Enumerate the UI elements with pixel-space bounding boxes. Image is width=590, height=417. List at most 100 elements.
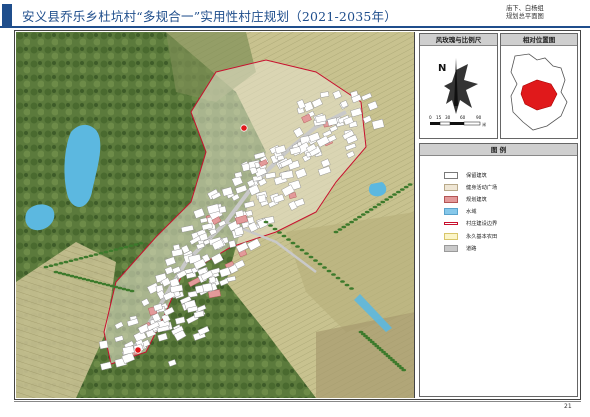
drawing-title-line-2: 规划总平面图: [506, 13, 544, 21]
legend-swatch: [444, 195, 458, 203]
legend-item: 保留建筑: [444, 169, 497, 181]
village-marker-south[interactable]: [134, 346, 142, 354]
hedge-shrub: [73, 258, 79, 261]
legend-item: 村庄建设边界: [444, 218, 497, 230]
drawing-title-line-1: 庙下、白杨组: [506, 5, 544, 12]
scale-bar: [430, 121, 481, 126]
location-map-graphic: [510, 53, 568, 131]
hedge-shrub: [133, 243, 139, 246]
legend-item: 水域: [444, 206, 497, 218]
legend-swatch: [444, 208, 458, 216]
legend-swatch: [444, 232, 458, 240]
scale-tick: 30: [445, 115, 451, 120]
legend-panel: 图 例 保留建筑 健身活动广场 规划建筑 水域 村庄建设边界 永久基本农田 道路: [419, 143, 578, 397]
scale-unit: 米: [482, 121, 487, 128]
hedge-shrub: [341, 225, 347, 229]
hedge-shrub: [357, 215, 362, 219]
hedge-shrub: [360, 213, 366, 216]
village-marker-north[interactable]: [240, 124, 248, 132]
legend-swatch: [444, 244, 458, 252]
hedge-shrub: [345, 223, 351, 226]
hedge-shrub: [83, 255, 89, 259]
scale-tick: 60: [460, 115, 466, 120]
hedge-shrub: [313, 259, 318, 262]
page-title: 安义县乔乐乡杜坑村“多规合一”实用性村庄规划（2021-2035年）: [22, 9, 397, 24]
hedge-shrub: [78, 256, 84, 260]
hedge-shrub: [407, 183, 413, 186]
hedge-shrub: [295, 245, 300, 248]
hedge-shrub: [401, 368, 407, 372]
header-rule: [0, 26, 590, 28]
hedge-shrub: [333, 230, 339, 234]
hedge-shrub: [349, 220, 354, 224]
retained-building: [172, 243, 181, 251]
hedge-shrub: [376, 203, 382, 206]
hedge-shrub: [93, 253, 99, 256]
hedge-shrub: [299, 248, 305, 252]
legend-label: 道路: [466, 245, 477, 252]
hedge-shrub: [129, 289, 135, 293]
hedge-shrub: [138, 241, 144, 245]
legend-label: 永久基本农田: [466, 233, 498, 240]
hedge-shrub: [290, 241, 296, 245]
hedge-shrub: [349, 287, 354, 290]
hedge-shrub: [380, 200, 386, 204]
legend-swatch: [444, 171, 458, 179]
retained-building: [98, 340, 109, 350]
hedge-shrub: [337, 228, 343, 231]
wind-rose-icon: [444, 64, 478, 114]
hedge-shrub: [128, 244, 134, 248]
hedge-shrub: [384, 198, 390, 201]
hedge-shrub: [118, 246, 124, 250]
hedge-shrub: [326, 269, 332, 273]
wind-rose-scale-title: 风玫瑰与比例尺: [420, 34, 497, 46]
legend-list: 保留建筑 健身活动广场规划建筑水域村庄建设边界 永久基本农田 道路: [444, 169, 497, 254]
hedge-shrub: [272, 227, 278, 231]
satellite-map-canvas: [16, 32, 414, 398]
wind-rose-graphic: N 0 15 30 60 90 米: [429, 58, 487, 128]
hedge-shrub: [396, 190, 401, 194]
legend-label: 村庄建设边界: [466, 221, 498, 228]
hedge-shrub: [331, 273, 336, 276]
hedge-shrub: [388, 195, 393, 199]
hedge-shrub: [340, 280, 345, 283]
retained-building: [202, 282, 213, 293]
retained-building: [257, 194, 267, 203]
hedge-shrub: [103, 250, 109, 254]
wind-rose-scale-panel: 风玫瑰与比例尺 N 0 15 30 60 90 米: [419, 33, 498, 139]
master-plan-map[interactable]: [16, 32, 415, 398]
legend-item: 规划建筑: [444, 193, 497, 205]
hedge-shrub: [304, 252, 309, 255]
hedge-shrub: [263, 220, 269, 224]
hedge-shrub: [353, 218, 358, 221]
legend-label: 水域: [466, 209, 477, 216]
scale-tick: 90: [476, 115, 482, 120]
legend-item: 健身活动广场: [444, 181, 497, 193]
hedge-shrub: [317, 262, 323, 266]
hedge-shrub: [344, 283, 350, 287]
hedge-shrub: [399, 188, 405, 191]
pond-east: [368, 182, 387, 197]
location-map-panel: 相对位置图: [500, 33, 578, 139]
hedge-shrub: [368, 208, 374, 211]
hedge-shrub: [281, 234, 287, 238]
location-map-title: 相对位置图: [501, 34, 577, 46]
hedge-shrub: [88, 254, 94, 258]
hedge-shrub: [372, 205, 378, 209]
hedge-shrub: [98, 251, 104, 255]
drawing-title: 庙下、白杨组 规划总平面图: [506, 5, 586, 21]
hedge-shrub: [392, 193, 397, 196]
hedge-shrub: [113, 248, 119, 251]
legend-label: 规划建筑: [466, 196, 487, 203]
hedge-shrub: [364, 210, 370, 214]
hedge-shrub: [286, 238, 291, 241]
page-number: 21: [564, 403, 572, 410]
legend-swatch: [444, 183, 458, 191]
retained-building: [218, 205, 227, 214]
hedge-shrub: [43, 265, 49, 269]
legend-item: 道路: [444, 242, 497, 254]
hedge-shrub: [48, 264, 54, 268]
retained-building: [228, 239, 237, 248]
bottom-rule: [14, 401, 581, 402]
hedge-shrub: [268, 224, 273, 227]
